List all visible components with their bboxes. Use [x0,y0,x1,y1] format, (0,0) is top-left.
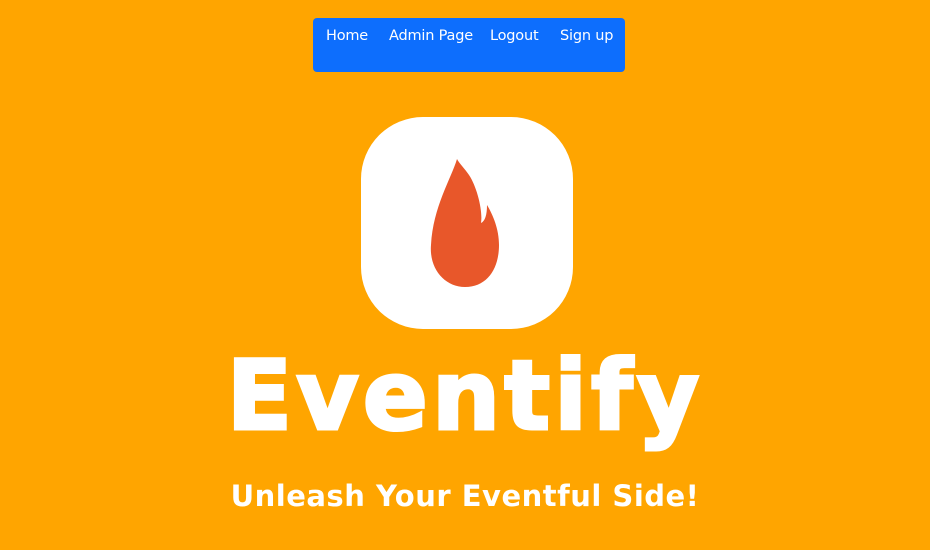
brand-tagline: Unleash Your Eventful Side! [230,479,700,513]
brand-title: Eventify [225,339,704,454]
nav-home-link[interactable]: Home [326,26,368,46]
flame-icon [430,159,499,287]
nav-sign-up-link[interactable]: Sign up [560,26,613,46]
nav-logout-link[interactable]: Logout [490,26,539,46]
app-logo [361,117,573,329]
main-navbar: Home Admin Page Logout Sign up [313,18,625,72]
nav-admin-page-link[interactable]: Admin Page [389,26,473,46]
